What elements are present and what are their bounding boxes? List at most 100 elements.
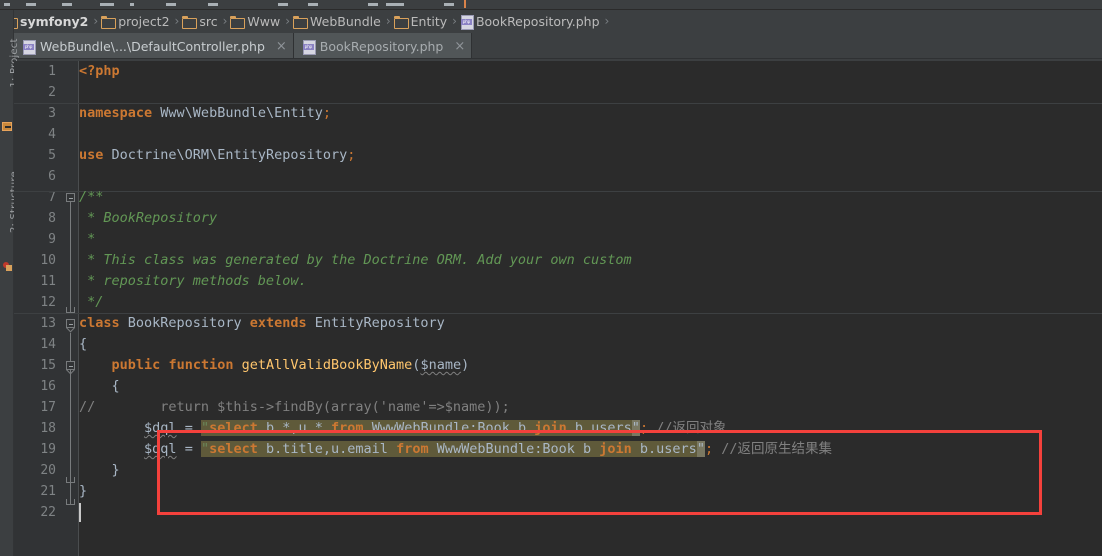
editor-tab-bar[interactable]: WebBundle\...\DefaultController.php × Bo…: [14, 32, 1102, 59]
code-token-quote-open: ": [200, 441, 210, 457]
php-file-icon: [460, 14, 474, 30]
code-line-8: * BookRepository: [79, 208, 1102, 229]
code-line-11: * repository methods below.: [79, 271, 1102, 292]
breadcrumb-bar[interactable]: symfony2 › project2 › src › Www › WebBun…: [0, 10, 1102, 32]
menu-bar[interactable]: [0, 0, 1102, 9]
fold-range-end-icon: [66, 477, 75, 483]
code-token-assign: =: [184, 420, 193, 436]
code-token-semicolon: ;: [704, 441, 714, 457]
menu-item[interactable]: [278, 3, 288, 6]
code-editor[interactable]: 1 2 3 4 5 6 7 8 9 10 11 12 13 14 15 16 1…: [14, 61, 1102, 556]
fold-range-end-icon: [66, 499, 75, 505]
close-icon[interactable]: ×: [454, 40, 465, 53]
close-icon[interactable]: ×: [276, 40, 287, 53]
tab-label: BookRepository.php: [319, 38, 444, 54]
menu-item[interactable]: [208, 3, 218, 6]
code-line-14: {: [79, 334, 1102, 355]
code-folding-gutter[interactable]: [62, 61, 79, 556]
breadcrumb-separator-icon: ›: [285, 14, 291, 28]
code-token-variable-dql: $dql: [144, 441, 177, 457]
line-number-gutter: 1 2 3 4 5 6 7 8 9 10 11 12 13 14 15 16 1…: [14, 61, 62, 556]
menu-item[interactable]: [386, 3, 404, 6]
line-number: 4: [48, 127, 56, 142]
code-token-quote-close: ": [696, 441, 705, 457]
code-token-assign: =: [184, 441, 193, 457]
code-token-comment-marker: //: [79, 399, 96, 415]
menu-item[interactable]: [444, 3, 454, 6]
breadcrumb-item-www[interactable]: Www ›: [230, 10, 293, 32]
tab-bar-divider: [0, 58, 1102, 59]
code-line-5: use Doctrine\ORM\EntityRepository;: [79, 145, 1102, 166]
folder-icon: [101, 15, 117, 29]
breadcrumb-separator-icon: ›: [385, 14, 391, 28]
code-token-brace-open: {: [111, 378, 120, 394]
code-line-15: public function getAllValidBookByName($n…: [111, 357, 470, 373]
left-tool-window-bar[interactable]: 1: Project 2: Structure: [0, 10, 20, 556]
menu-item[interactable]: [26, 3, 36, 6]
menu-item[interactable]: [62, 3, 72, 6]
breadcrumb-separator-icon: ›: [604, 14, 610, 28]
code-line-19: $dql = "select b.title,u.email from WwwW…: [144, 441, 832, 457]
menu-item[interactable]: [368, 3, 378, 6]
code-text-area[interactable]: <?php namespace Www\WebBundle\Entity; us…: [79, 61, 1102, 556]
fold-toggle-class[interactable]: [66, 319, 75, 328]
code-line-12: */: [79, 292, 1102, 313]
line-number: 20: [40, 463, 56, 478]
code-token-keyword-class: class: [79, 315, 120, 331]
breadcrumb-item-entity[interactable]: Entity ›: [393, 10, 460, 32]
code-line-1: <?php: [79, 61, 1102, 82]
breadcrumb-label: BookRepository.php: [475, 13, 600, 29]
code-line-18: $dql = "select b.*,u.* from WwwWebBundle…: [144, 420, 727, 436]
breadcrumb-item-bookrepository[interactable]: BookRepository.php ›: [460, 10, 612, 32]
breadcrumb-item-webbundle[interactable]: WebBundle ›: [293, 10, 394, 32]
code-token-quote-open: ": [200, 420, 210, 436]
breadcrumb-item-src[interactable]: src ›: [182, 10, 230, 32]
code-line-13: class BookRepository extends EntityRepos…: [79, 313, 1102, 334]
project-tool-icon[interactable]: [2, 122, 12, 131]
code-token-doc-close: */: [79, 294, 104, 310]
breadcrumb-label: symfony2: [20, 13, 89, 29]
code-line-17: // return $this->findBy(array('name'=>$n…: [79, 397, 1102, 418]
menu-item[interactable]: [130, 3, 134, 6]
breadcrumb-label: Www: [247, 13, 281, 29]
code-token-doc-open: /**: [79, 189, 104, 205]
code-token-commented-return: return $this->findBy(array('name'=>$name…: [95, 399, 510, 415]
menu-item[interactable]: [308, 3, 318, 6]
fold-range-line: [70, 375, 71, 479]
code-token-doc-line: * BookRepository: [79, 210, 218, 226]
folder-icon: [182, 15, 198, 29]
breadcrumb-item-project2[interactable]: project2 ›: [101, 10, 182, 32]
fold-toggle-method[interactable]: [66, 361, 75, 370]
tab-defaultcontroller[interactable]: WebBundle\...\DefaultController.php ×: [14, 33, 294, 59]
code-token-quote-close: ": [631, 420, 640, 436]
breadcrumb-separator-icon: ›: [93, 14, 99, 28]
fold-toggle-docblock[interactable]: [66, 193, 75, 202]
code-token-doc-line: *: [79, 231, 96, 247]
code-line-21: }: [79, 481, 1102, 502]
code-token-semicolon: ;: [347, 147, 356, 163]
breadcrumb-item-symfony2[interactable]: symfony2 ›: [3, 10, 101, 32]
code-token-keyword-namespace: namespace: [79, 105, 153, 121]
folder-icon: [293, 15, 309, 29]
php-file-icon: [22, 39, 36, 55]
structure-tool-icon[interactable]: [3, 262, 12, 271]
line-number: 11: [40, 274, 56, 289]
code-token-use-value: Doctrine\ORM\EntityRepository: [111, 147, 348, 163]
menu-item[interactable]: [166, 3, 176, 6]
line-number: 14: [40, 337, 56, 352]
code-token-brace-close: }: [111, 462, 120, 478]
menu-item[interactable]: [4, 3, 10, 6]
breadcrumb-label: WebBundle: [310, 13, 381, 29]
line-number: 3: [48, 106, 56, 121]
code-token-class-name: BookRepository: [127, 315, 242, 331]
tab-bookrepository[interactable]: BookRepository.php ×: [293, 33, 473, 59]
line-number: 17: [40, 400, 56, 415]
breadcrumb-separator-icon: ›: [452, 14, 457, 28]
line-number: 6: [48, 169, 56, 184]
code-token-variable-dql: $dql: [144, 420, 177, 436]
menu-item[interactable]: [100, 3, 114, 6]
code-token-keyword-public: public: [111, 357, 161, 373]
